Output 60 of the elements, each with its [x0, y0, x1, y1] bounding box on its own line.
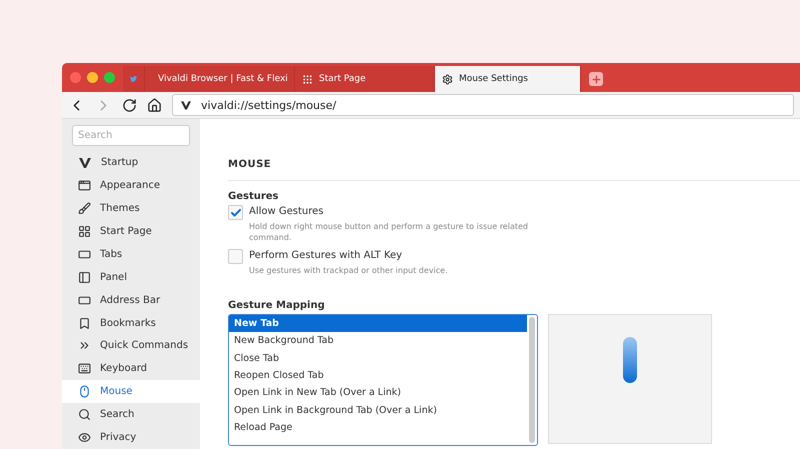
- gear-icon: [442, 74, 453, 84]
- sidebar-item[interactable]: Keyboard: [62, 357, 200, 380]
- address-field[interactable]: vivaldi://settings/mouse/: [172, 94, 794, 116]
- tab-icon: [78, 248, 91, 261]
- list-item[interactable]: New Background Tab: [229, 332, 527, 350]
- browser-tab[interactable]: [123, 66, 145, 92]
- option-hint: Use gestures with trackpad or other input device.: [249, 265, 449, 276]
- option-label: Perform Gestures with ALT Key: [249, 249, 404, 263]
- sidebar-item[interactable]: Startup: [62, 151, 200, 174]
- sidebar-item[interactable]: Mouse: [62, 380, 200, 404]
- mouse-icon: [78, 385, 91, 398]
- list-item[interactable]: Reopen Closed Tab: [229, 366, 527, 384]
- sidebar-item[interactable]: Address Bar: [62, 288, 200, 312]
- list-item[interactable]: Open Link in New Tab (Over a Link): [229, 384, 527, 402]
- window-icon: [78, 179, 91, 192]
- keyboard-icon: [78, 362, 91, 376]
- sidebar-item[interactable]: Tabs: [62, 242, 200, 266]
- v-logo-icon: [78, 156, 92, 170]
- sidebar-item[interactable]: Search: [62, 403, 200, 426]
- checkbox[interactable]: [228, 205, 243, 220]
- sidebar-item[interactable]: Quick Commands: [62, 334, 200, 358]
- brush-icon: [78, 202, 91, 216]
- list-item[interactable]: Reload Page: [229, 418, 527, 436]
- list-item[interactable]: New Tab: [229, 315, 527, 332]
- section-title: MOUSE: [228, 119, 800, 181]
- bookmark-icon: [78, 316, 91, 330]
- sidebar-item[interactable]: Themes: [62, 197, 200, 220]
- grid-icon: [302, 74, 313, 84]
- browser-tab[interactable]: Vivaldi Browser | Fast & Flexi: [145, 66, 295, 92]
- checkbox[interactable]: [228, 249, 243, 264]
- group-heading: Gestures: [228, 191, 280, 202]
- minimize-button[interactable]: [87, 72, 98, 83]
- gesture-list[interactable]: New Tab New Background Tab Close Tab Reopen Closed Tab Open Link in New Tab (Over a Link) Open Link in Background Tab (Over a Link) Reload Page: [228, 314, 538, 446]
- grid-icon: [78, 225, 91, 238]
- scrollbar-thumb[interactable]: [529, 317, 535, 443]
- maximize-button[interactable]: [104, 72, 115, 83]
- option-label: Allow Gestures: [249, 205, 324, 219]
- home-icon[interactable]: [147, 98, 162, 112]
- sidebar-item[interactable]: Panel: [62, 266, 200, 289]
- browser-tab[interactable]: Start Page: [295, 66, 435, 92]
- panel-icon: [78, 270, 91, 284]
- sidebar-item[interactable]: Privacy: [62, 426, 200, 449]
- new-tab-button[interactable]: [589, 72, 603, 86]
- close-button[interactable]: [70, 72, 81, 83]
- sidebar-item[interactable]: Appearance: [62, 174, 200, 198]
- list-item[interactable]: Close Tab: [229, 350, 527, 367]
- list-item[interactable]: Open Link in Background Tab (Over a Link): [229, 401, 527, 419]
- gesture-stroke-icon: [623, 337, 637, 383]
- search-field[interactable]: Search: [72, 125, 190, 146]
- browser-tab[interactable]: Mouse Settings: [435, 66, 581, 92]
- sidebar-item[interactable]: Start Page: [62, 220, 200, 243]
- group-heading: Gesture Mapping: [228, 300, 326, 311]
- address-bar-icon: [78, 294, 91, 307]
- v-logo-icon: [181, 100, 191, 110]
- bird-icon: [130, 73, 137, 85]
- eye-icon: [78, 431, 91, 444]
- option-hint: Hold down right mouse button and perform a gesture to issue related command.: [249, 221, 529, 243]
- search-icon: [78, 408, 91, 422]
- sidebar-item[interactable]: Bookmarks: [62, 312, 200, 335]
- reload-icon[interactable]: [122, 98, 137, 112]
